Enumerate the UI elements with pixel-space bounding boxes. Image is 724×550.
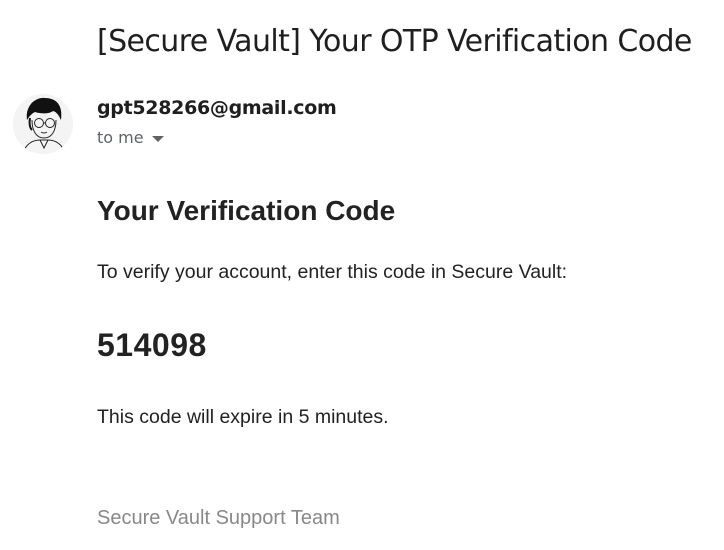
otp-code: 514098 <box>97 327 207 363</box>
caret-down-icon[interactable] <box>151 136 164 142</box>
recipient-details-toggle[interactable]: to me <box>97 127 164 149</box>
recipient-label: to me <box>97 128 144 147</box>
expiry-notice: This code will expire in 5 minutes. <box>97 406 389 428</box>
email-subject: [Secure Vault] Your OTP Verification Cod… <box>97 24 692 59</box>
sender-email[interactable]: gpt528266@gmail.com <box>97 96 337 120</box>
sender-avatar[interactable] <box>13 94 73 154</box>
message-heading: Your Verification Code <box>97 195 396 226</box>
signature: Secure Vault Support Team <box>97 507 340 529</box>
message-intro: To verify your account, enter this code … <box>97 261 568 283</box>
sketch-portrait-icon <box>13 94 73 154</box>
